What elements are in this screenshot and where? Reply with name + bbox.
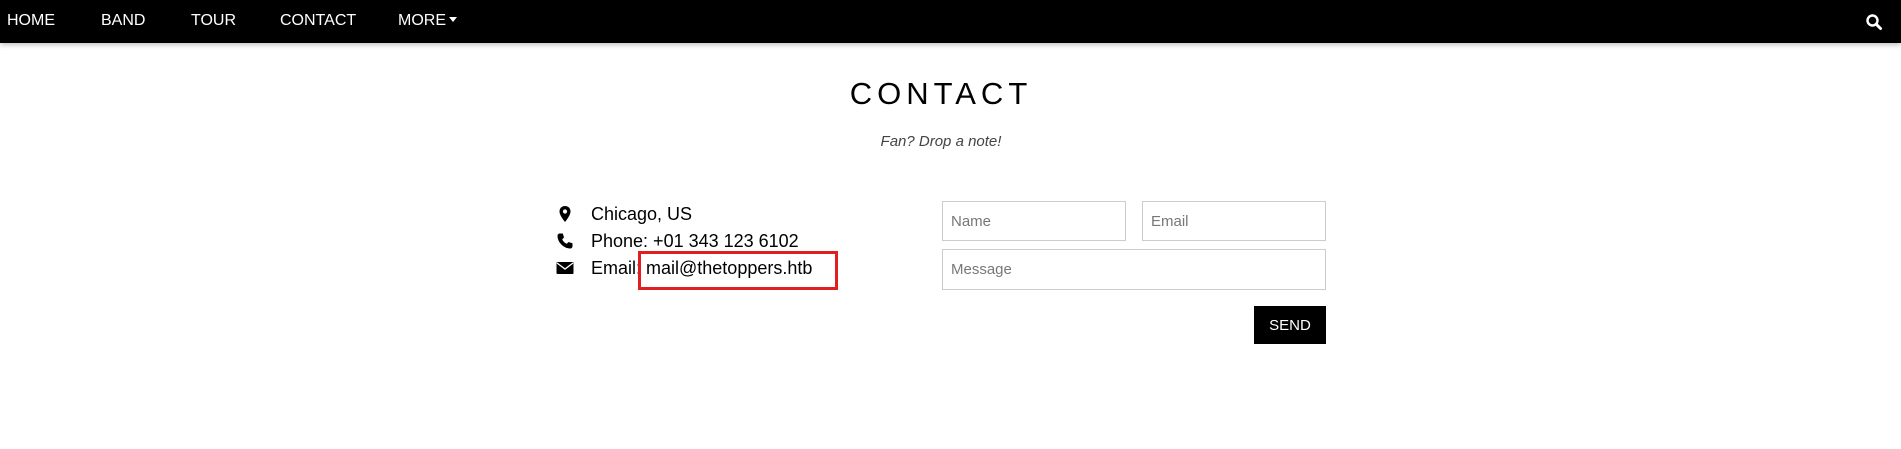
- phone-icon: [556, 232, 574, 250]
- nav-more-label: MORE: [398, 12, 446, 29]
- map-marker-icon: [556, 205, 574, 223]
- nav-contact[interactable]: CONTACT: [280, 0, 356, 43]
- caret-down-icon: [449, 17, 457, 22]
- email-field[interactable]: [1142, 201, 1326, 241]
- phone-text: Phone: +01 343 123 6102: [591, 231, 799, 251]
- top-navbar: HOME BAND TOUR CONTACT MORE: [0, 0, 1901, 43]
- page-title: CONTACT: [849, 76, 1033, 111]
- nav-band[interactable]: BAND: [101, 0, 145, 43]
- location-text: Chicago, US: [591, 204, 693, 224]
- nav-tour[interactable]: TOUR: [191, 0, 236, 43]
- email-highlight-box: [638, 251, 838, 290]
- name-field[interactable]: [942, 201, 1126, 241]
- page-subtitle: Fan? Drop a note!: [880, 133, 1002, 150]
- search-icon[interactable]: [1865, 13, 1883, 31]
- nav-home[interactable]: HOME: [7, 0, 55, 43]
- send-button[interactable]: SEND: [1254, 306, 1326, 344]
- message-field[interactable]: [942, 249, 1326, 290]
- nav-more-dropdown[interactable]: MORE: [398, 0, 457, 43]
- envelope-icon: [556, 259, 574, 277]
